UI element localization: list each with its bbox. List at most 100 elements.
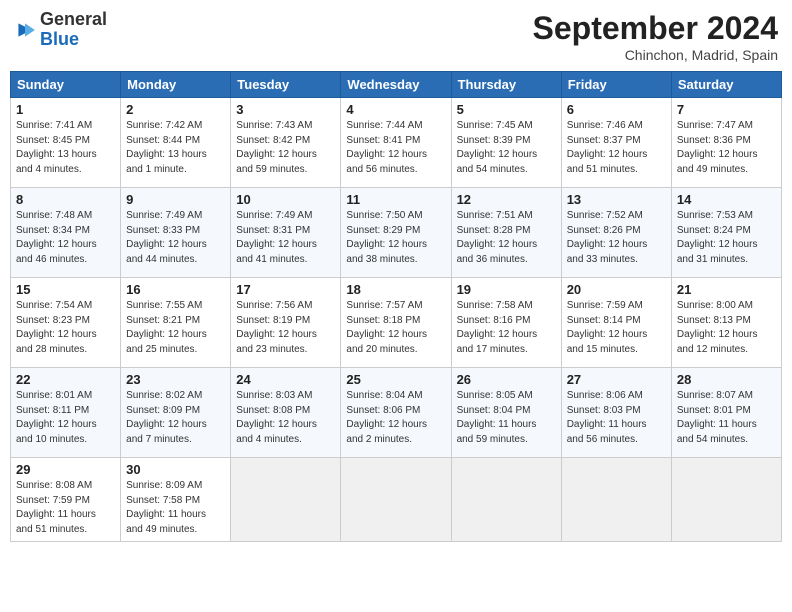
page-header: General Blue September 2024 Chinchon, Ma…	[10, 10, 782, 63]
calendar-day-cell: 30Sunrise: 8:09 AM Sunset: 7:58 PM Dayli…	[121, 458, 231, 542]
calendar-day-cell: 8 Sunrise: 7:48 AM Sunset: 8:34 PM Daylig…	[11, 188, 121, 278]
calendar-table: SundayMondayTuesdayWednesdayThursdayFrid…	[10, 71, 782, 542]
day-number: 13	[567, 192, 666, 207]
day-info: Sunrise: 8:01 AM Sunset: 8:11 PM Dayligh…	[16, 389, 115, 447]
month-title: September 2024	[533, 10, 778, 47]
day-number: 14	[677, 192, 776, 207]
day-info: Sunrise: 7:59 AM Sunset: 8:14 PM Dayligh…	[567, 299, 666, 357]
calendar-day-cell: 2 Sunrise: 7:42 AM Sunset: 8:44 PM Daylig…	[121, 98, 231, 188]
weekday-header-saturday: Saturday	[671, 72, 781, 98]
day-info: Sunrise: 7:50 AM Sunset: 8:29 PM Dayligh…	[346, 209, 445, 267]
day-info: Sunrise: 7:48 AM Sunset: 8:34 PM Dayligh…	[16, 209, 115, 267]
day-info: Sunrise: 7:41 AM Sunset: 8:45 PM Dayligh…	[16, 119, 115, 177]
calendar-day-cell: 21 Sunrise: 8:00 AM Sunset: 8:13 PM Dayli…	[671, 278, 781, 368]
calendar-day-cell: 13 Sunrise: 7:52 AM Sunset: 8:26 PM Dayli…	[561, 188, 671, 278]
calendar-day-cell: 9Sunrise: 7:49 AM Sunset: 8:33 PM Daylig…	[121, 188, 231, 278]
weekday-header-wednesday: Wednesday	[341, 72, 451, 98]
day-number: 29	[16, 462, 115, 477]
weekday-header-thursday: Thursday	[451, 72, 561, 98]
calendar-day-cell: 24Sunrise: 8:03 AM Sunset: 8:08 PM Dayli…	[231, 368, 341, 458]
day-number: 5	[457, 102, 556, 117]
day-number: 16	[126, 282, 225, 297]
day-info: Sunrise: 7:44 AM Sunset: 8:41 PM Dayligh…	[346, 119, 445, 177]
weekday-header-tuesday: Tuesday	[231, 72, 341, 98]
calendar-day-cell: 7Sunrise: 7:47 AM Sunset: 8:36 PM Daylig…	[671, 98, 781, 188]
logo-general: General	[40, 9, 107, 29]
calendar-day-cell: 19 Sunrise: 7:58 AM Sunset: 8:16 PM Dayli…	[451, 278, 561, 368]
day-number: 21	[677, 282, 776, 297]
calendar-header-row: SundayMondayTuesdayWednesdayThursdayFrid…	[11, 72, 782, 98]
day-info: Sunrise: 8:00 AM Sunset: 8:13 PM Dayligh…	[677, 299, 776, 357]
title-block: September 2024 Chinchon, Madrid, Spain	[533, 10, 778, 63]
day-info: Sunrise: 8:04 AM Sunset: 8:06 PM Dayligh…	[346, 389, 445, 447]
calendar-day-cell: 20 Sunrise: 7:59 AM Sunset: 8:14 PM Dayli…	[561, 278, 671, 368]
day-number: 19	[457, 282, 556, 297]
day-info: Sunrise: 7:54 AM Sunset: 8:23 PM Dayligh…	[16, 299, 115, 357]
calendar-day-cell: 14 Sunrise: 7:53 AM Sunset: 8:24 PM Dayli…	[671, 188, 781, 278]
day-info: Sunrise: 7:42 AM Sunset: 8:44 PM Dayligh…	[126, 119, 225, 177]
day-number: 22	[16, 372, 115, 387]
day-number: 9	[126, 192, 225, 207]
calendar-day-cell	[231, 458, 341, 542]
day-number: 12	[457, 192, 556, 207]
day-info: Sunrise: 7:56 AM Sunset: 8:19 PM Dayligh…	[236, 299, 335, 357]
day-info: Sunrise: 7:52 AM Sunset: 8:26 PM Dayligh…	[567, 209, 666, 267]
calendar-day-cell: 12 Sunrise: 7:51 AM Sunset: 8:28 PM Dayli…	[451, 188, 561, 278]
day-number: 26	[457, 372, 556, 387]
calendar-day-cell	[671, 458, 781, 542]
calendar-week-4: 22 Sunrise: 8:01 AM Sunset: 8:11 PM Dayli…	[11, 368, 782, 458]
weekday-header-sunday: Sunday	[11, 72, 121, 98]
day-number: 1	[16, 102, 115, 117]
day-info: Sunrise: 8:07 AM Sunset: 8:01 PM Dayligh…	[677, 389, 776, 447]
calendar-day-cell: 18Sunrise: 7:57 AM Sunset: 8:18 PM Dayli…	[341, 278, 451, 368]
day-info: Sunrise: 7:49 AM Sunset: 8:31 PM Dayligh…	[236, 209, 335, 267]
day-number: 15	[16, 282, 115, 297]
day-info: Sunrise: 7:58 AM Sunset: 8:16 PM Dayligh…	[457, 299, 556, 357]
weekday-header-friday: Friday	[561, 72, 671, 98]
calendar-week-3: 15 Sunrise: 7:54 AM Sunset: 8:23 PM Dayli…	[11, 278, 782, 368]
logo: General Blue	[14, 10, 107, 50]
calendar-day-cell: 6Sunrise: 7:46 AM Sunset: 8:37 PM Daylig…	[561, 98, 671, 188]
logo-icon	[14, 19, 36, 41]
calendar-day-cell: 17 Sunrise: 7:56 AM Sunset: 8:19 PM Dayli…	[231, 278, 341, 368]
day-number: 17	[236, 282, 335, 297]
day-info: Sunrise: 8:09 AM Sunset: 7:58 PM Dayligh…	[126, 479, 225, 537]
day-number: 18	[346, 282, 445, 297]
weekday-header-monday: Monday	[121, 72, 231, 98]
calendar-day-cell: 10 Sunrise: 7:49 AM Sunset: 8:31 PM Dayli…	[231, 188, 341, 278]
day-number: 4	[346, 102, 445, 117]
calendar-day-cell: 5Sunrise: 7:45 AM Sunset: 8:39 PM Daylig…	[451, 98, 561, 188]
logo-text: General Blue	[40, 10, 107, 50]
day-number: 8	[16, 192, 115, 207]
day-info: Sunrise: 8:05 AM Sunset: 8:04 PM Dayligh…	[457, 389, 556, 447]
day-number: 2	[126, 102, 225, 117]
day-number: 20	[567, 282, 666, 297]
day-number: 7	[677, 102, 776, 117]
calendar-day-cell: 3 Sunrise: 7:43 AM Sunset: 8:42 PM Daylig…	[231, 98, 341, 188]
calendar-day-cell: 4 Sunrise: 7:44 AM Sunset: 8:41 PM Daylig…	[341, 98, 451, 188]
calendar-day-cell: 25Sunrise: 8:04 AM Sunset: 8:06 PM Dayli…	[341, 368, 451, 458]
calendar-day-cell: 27 Sunrise: 8:06 AM Sunset: 8:03 PM Dayli…	[561, 368, 671, 458]
day-info: Sunrise: 7:51 AM Sunset: 8:28 PM Dayligh…	[457, 209, 556, 267]
day-info: Sunrise: 8:06 AM Sunset: 8:03 PM Dayligh…	[567, 389, 666, 447]
day-number: 3	[236, 102, 335, 117]
day-number: 10	[236, 192, 335, 207]
calendar-day-cell: 11 Sunrise: 7:50 AM Sunset: 8:29 PM Dayli…	[341, 188, 451, 278]
calendar-day-cell: 28Sunrise: 8:07 AM Sunset: 8:01 PM Dayli…	[671, 368, 781, 458]
calendar-day-cell	[561, 458, 671, 542]
day-info: Sunrise: 7:53 AM Sunset: 8:24 PM Dayligh…	[677, 209, 776, 267]
calendar-day-cell: 23Sunrise: 8:02 AM Sunset: 8:09 PM Dayli…	[121, 368, 231, 458]
day-info: Sunrise: 7:43 AM Sunset: 8:42 PM Dayligh…	[236, 119, 335, 177]
day-info: Sunrise: 8:08 AM Sunset: 7:59 PM Dayligh…	[16, 479, 115, 537]
calendar-day-cell: 16Sunrise: 7:55 AM Sunset: 8:21 PM Dayli…	[121, 278, 231, 368]
calendar-day-cell: 26 Sunrise: 8:05 AM Sunset: 8:04 PM Dayli…	[451, 368, 561, 458]
calendar-week-2: 8 Sunrise: 7:48 AM Sunset: 8:34 PM Daylig…	[11, 188, 782, 278]
day-number: 27	[567, 372, 666, 387]
day-number: 11	[346, 192, 445, 207]
calendar-day-cell	[451, 458, 561, 542]
day-number: 23	[126, 372, 225, 387]
day-number: 6	[567, 102, 666, 117]
calendar-week-5: 29 Sunrise: 8:08 AM Sunset: 7:59 PM Dayli…	[11, 458, 782, 542]
logo-blue: Blue	[40, 29, 79, 49]
calendar-day-cell: 29 Sunrise: 8:08 AM Sunset: 7:59 PM Dayli…	[11, 458, 121, 542]
